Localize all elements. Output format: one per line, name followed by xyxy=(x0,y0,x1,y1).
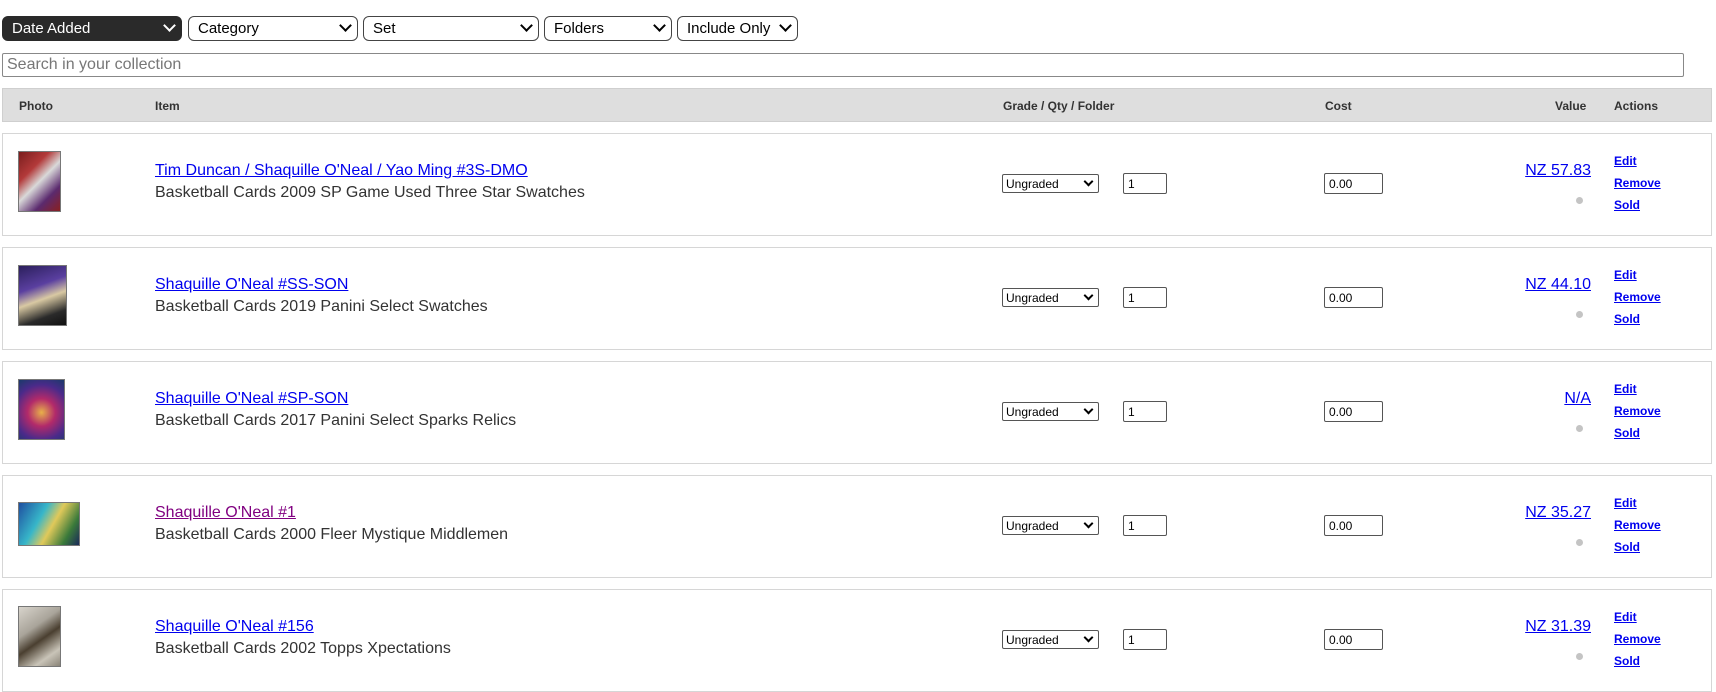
cost-input[interactable]: 0.00 xyxy=(1324,287,1383,308)
item-subtitle: Basketball Cards 2009 SP Game Used Three… xyxy=(155,184,585,201)
status-dot-icon xyxy=(1576,197,1583,204)
item-subtitle: Basketball Cards 2000 Fleer Mystique Mid… xyxy=(155,526,509,543)
chevron-down-icon xyxy=(1083,176,1094,187)
header-photo: Photo xyxy=(19,99,53,113)
sold-link[interactable]: Sold xyxy=(1614,654,1640,668)
grade-select[interactable]: Ungraded xyxy=(1002,630,1099,649)
grade-select[interactable]: Ungraded xyxy=(1002,516,1099,535)
remove-link[interactable]: Remove xyxy=(1614,632,1661,646)
chevron-down-icon xyxy=(653,19,666,32)
value-link[interactable]: N/A xyxy=(1564,390,1591,408)
table-row: Shaquille O'Neal #156 Basketball Cards 20… xyxy=(2,589,1712,692)
set-select-label: Set xyxy=(373,20,396,37)
grade-select-label: Ungraded xyxy=(1006,633,1059,647)
card-photo[interactable] xyxy=(18,265,67,326)
qty-input[interactable]: 1 xyxy=(1123,173,1167,194)
cost-input[interactable]: 0.00 xyxy=(1324,401,1383,422)
item-subtitle: Basketball Cards 2019 Panini Select Swat… xyxy=(155,298,488,315)
status-dot-icon xyxy=(1576,539,1583,546)
include-only-select-label: Include Only xyxy=(687,20,771,37)
sold-link[interactable]: Sold xyxy=(1614,426,1640,440)
table-row: Shaquille O'Neal #SP-SON Basketball Cards… xyxy=(2,361,1712,464)
edit-link[interactable]: Edit xyxy=(1614,382,1637,396)
folders-select-label: Folders xyxy=(554,20,605,37)
sold-link[interactable]: Sold xyxy=(1614,312,1640,326)
category-select-label: Category xyxy=(198,20,259,37)
chevron-down-icon xyxy=(1083,632,1094,643)
set-select[interactable]: Set xyxy=(363,16,539,41)
category-select[interactable]: Category xyxy=(188,16,358,41)
table-row: Shaquille O'Neal #1 Basketball Cards 2000… xyxy=(2,475,1712,578)
qty-input[interactable]: 1 xyxy=(1123,629,1167,650)
grade-select[interactable]: Ungraded xyxy=(1002,288,1099,307)
chevron-down-icon xyxy=(339,19,352,32)
chevron-down-icon xyxy=(163,19,176,32)
search-input[interactable]: Search in your collection xyxy=(2,53,1684,77)
sold-link[interactable]: Sold xyxy=(1614,198,1640,212)
qty-input[interactable]: 1 xyxy=(1123,401,1167,422)
header-actions: Actions xyxy=(1614,99,1659,113)
header-value: Value xyxy=(1555,99,1587,113)
cost-input[interactable]: 0.00 xyxy=(1324,629,1383,650)
status-dot-icon xyxy=(1576,311,1583,318)
include-only-select[interactable]: Include Only xyxy=(677,16,798,41)
item-title-link[interactable]: Tim Duncan / Shaquille O'Neal / Yao Ming… xyxy=(155,162,528,180)
cost-input[interactable]: 0.00 xyxy=(1324,173,1383,194)
table-row: Tim Duncan / Shaquille O'Neal / Yao Ming… xyxy=(2,133,1712,236)
sort-select-label: Date Added xyxy=(12,20,91,37)
cost-input[interactable]: 0.00 xyxy=(1324,515,1383,536)
item-subtitle: Basketball Cards 2017 Panini Select Spar… xyxy=(155,412,517,429)
table-row: Shaquille O'Neal #SS-SON Basketball Cards… xyxy=(2,247,1712,350)
grade-select-label: Ungraded xyxy=(1006,291,1059,305)
chevron-down-icon xyxy=(1083,290,1094,301)
chevron-down-icon xyxy=(520,19,533,32)
status-dot-icon xyxy=(1576,425,1583,432)
value-link[interactable]: NZ 31.39 xyxy=(1525,618,1591,636)
edit-link[interactable]: Edit xyxy=(1614,496,1637,510)
edit-link[interactable]: Edit xyxy=(1614,154,1637,168)
sort-select[interactable]: Date Added xyxy=(2,16,182,41)
folders-select[interactable]: Folders xyxy=(544,16,672,41)
card-photo[interactable] xyxy=(18,502,80,546)
grade-select[interactable]: Ungraded xyxy=(1002,402,1099,421)
qty-input[interactable]: 1 xyxy=(1123,515,1167,536)
card-photo[interactable] xyxy=(18,151,61,212)
card-photo[interactable] xyxy=(18,379,65,440)
remove-link[interactable]: Remove xyxy=(1614,290,1661,304)
header-cost: Cost xyxy=(1325,99,1352,113)
value-link[interactable]: NZ 44.10 xyxy=(1525,276,1591,294)
grade-select-label: Ungraded xyxy=(1006,177,1059,191)
header-item: Item xyxy=(155,99,180,113)
item-title-link[interactable]: Shaquille O'Neal #SS-SON xyxy=(155,276,348,294)
grade-select-label: Ungraded xyxy=(1006,519,1059,533)
grade-select[interactable]: Ungraded xyxy=(1002,174,1099,193)
item-subtitle: Basketball Cards 2002 Topps Xpectations xyxy=(155,640,451,657)
remove-link[interactable]: Remove xyxy=(1614,176,1661,190)
edit-link[interactable]: Edit xyxy=(1614,610,1637,624)
qty-input[interactable]: 1 xyxy=(1123,287,1167,308)
status-dot-icon xyxy=(1576,653,1583,660)
grade-select-label: Ungraded xyxy=(1006,405,1059,419)
sold-link[interactable]: Sold xyxy=(1614,540,1640,554)
card-photo[interactable] xyxy=(18,606,61,667)
table-header: Photo Item Grade / Qty / Folder Cost Val… xyxy=(2,88,1712,122)
header-grade-qty-folder: Grade / Qty / Folder xyxy=(1003,99,1115,113)
item-title-link[interactable]: Shaquille O'Neal #156 xyxy=(155,618,314,636)
value-link[interactable]: NZ 57.83 xyxy=(1525,162,1591,180)
chevron-down-icon xyxy=(779,19,792,32)
chevron-down-icon xyxy=(1083,518,1094,529)
item-title-link[interactable]: Shaquille O'Neal #SP-SON xyxy=(155,390,348,408)
item-title-link[interactable]: Shaquille O'Neal #1 xyxy=(155,504,296,522)
remove-link[interactable]: Remove xyxy=(1614,404,1661,418)
remove-link[interactable]: Remove xyxy=(1614,518,1661,532)
value-link[interactable]: NZ 35.27 xyxy=(1525,504,1591,522)
edit-link[interactable]: Edit xyxy=(1614,268,1637,282)
chevron-down-icon xyxy=(1083,404,1094,415)
